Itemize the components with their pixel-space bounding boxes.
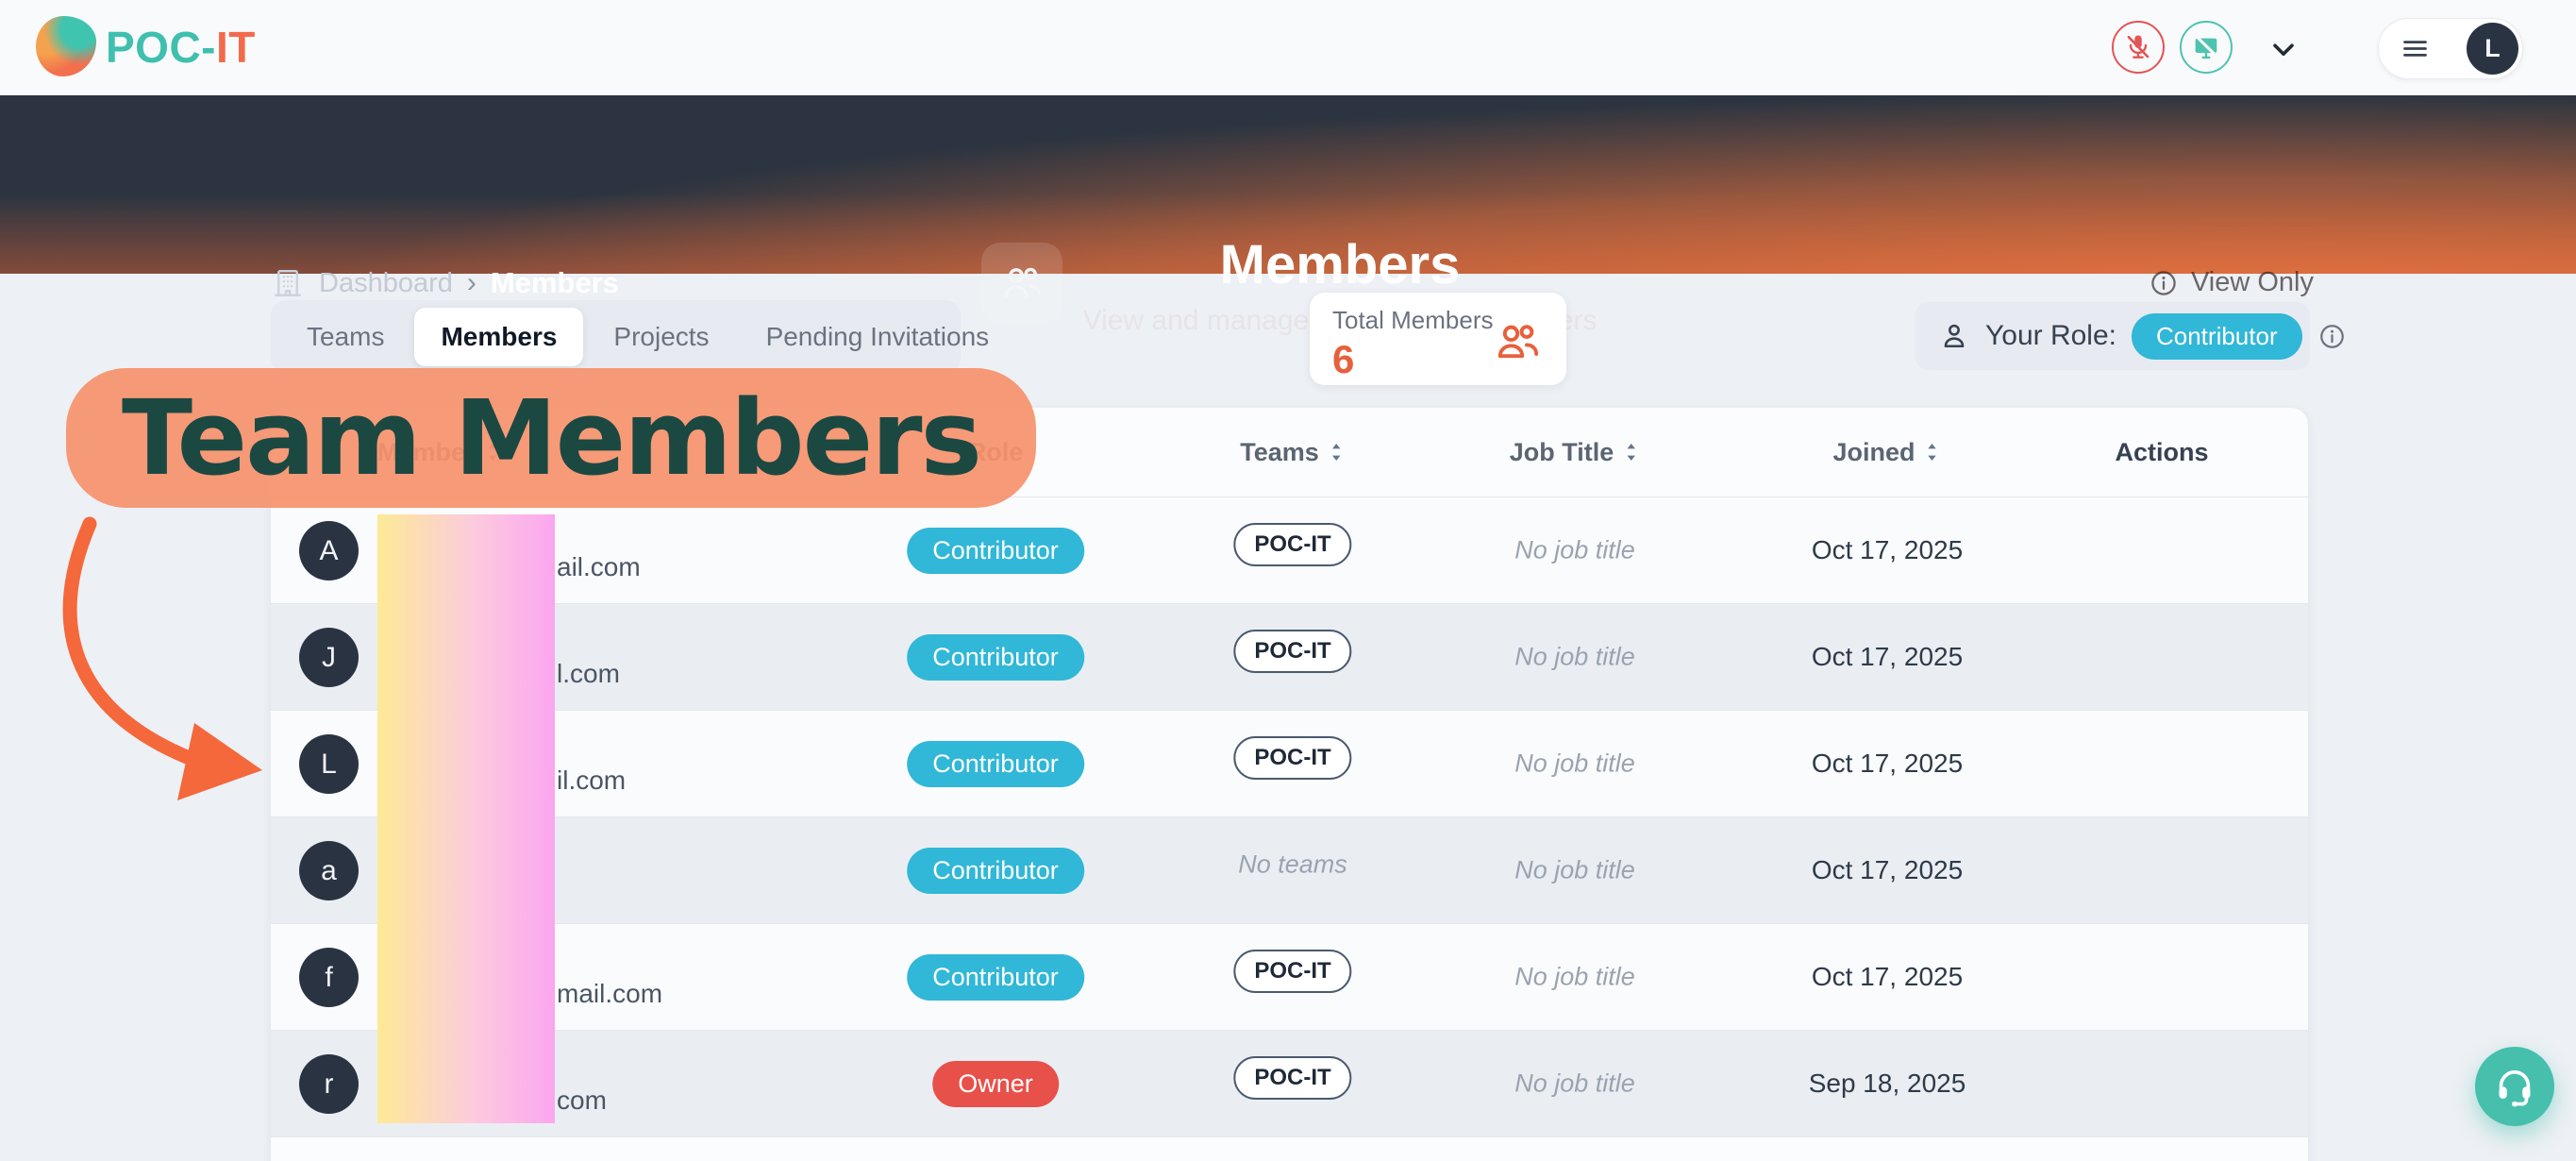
team-members-callout-text: Team Members	[122, 378, 980, 498]
mic-off-button[interactable]	[2112, 21, 2165, 74]
page: POC-IT	[0, 0, 2576, 1161]
avatar: a	[299, 841, 359, 900]
job-title: No job title	[1514, 643, 1635, 672]
table-body: A ail.com Contributor POC-IT No job titl…	[271, 497, 2308, 1137]
info-icon[interactable]	[2317, 322, 2347, 351]
table-row[interactable]: f mail.com Contributor POC-IT No job tit…	[271, 924, 2308, 1031]
support-fab[interactable]	[2475, 1047, 2554, 1126]
nav-expand-button[interactable]	[2263, 28, 2304, 70]
person-icon	[1938, 320, 1970, 352]
section-tabs: TeamsMembersProjectsPending Invitations	[271, 300, 961, 374]
member-email: il.com	[557, 766, 626, 796]
your-role-badge: Contributor	[2132, 313, 2302, 360]
job-title: No job title	[1514, 963, 1635, 992]
tab-projects[interactable]: Projects	[587, 308, 735, 366]
tab-pending-invitations[interactable]: Pending Invitations	[740, 308, 1016, 366]
menu-icon	[2400, 33, 2431, 64]
users-icon	[1493, 317, 1542, 366]
role-badge: Contributor	[907, 528, 1084, 574]
team-badge: POC-IT	[1233, 736, 1351, 780]
column-header-teams[interactable]: Teams	[1240, 408, 1346, 496]
team-badge: POC-IT	[1233, 950, 1351, 993]
brand-name-secondary: IT	[216, 23, 256, 72]
job-title: No job title	[1514, 749, 1635, 779]
headset-icon	[2493, 1065, 2536, 1108]
table-row[interactable]: J l.com Contributor POC-IT No job title …	[271, 604, 2308, 711]
brand-name[interactable]: POC-IT	[106, 0, 256, 95]
view-only-indicator: View Only	[2149, 267, 2314, 298]
members-table: MemberRoleTeamsJob TitleJoinedActions A …	[271, 408, 2308, 1161]
mic-off-icon	[2123, 32, 2153, 62]
avatar: r	[299, 1054, 359, 1114]
role-badge: Contributor	[907, 634, 1084, 681]
job-title: No job title	[1514, 856, 1635, 885]
role-badge: Contributor	[907, 848, 1084, 894]
joined-date: Oct 17, 2025	[1812, 855, 1963, 885]
breadcrumb: Dashboard › Members	[271, 261, 619, 305]
page-header: Dashboard › Members Members View and man…	[0, 95, 2576, 274]
column-header-job-title[interactable]: Job Title	[1510, 408, 1641, 496]
users-icon	[999, 261, 1045, 306]
brand-name-primary: POC-	[106, 23, 216, 72]
screen-share-off-button[interactable]	[2180, 21, 2233, 74]
team-badge: No teams	[1238, 850, 1347, 879]
member-email: com	[557, 1085, 607, 1116]
joined-date: Oct 17, 2025	[1812, 962, 1963, 992]
breadcrumb-current: Members	[491, 266, 619, 300]
member-email: mail.com	[557, 979, 662, 1009]
view-only-label: View Only	[2191, 267, 2314, 298]
sort-icon	[1621, 441, 1640, 463]
column-header-actions: Actions	[2115, 408, 2208, 496]
avatar: f	[299, 948, 359, 1007]
team-badge: POC-IT	[1233, 630, 1351, 673]
joined-date: Oct 17, 2025	[1812, 642, 1963, 672]
joined-date: Oct 17, 2025	[1812, 535, 1963, 565]
team-members-callout: Team Members	[66, 368, 1036, 508]
your-role-box: Your Role: Contributor	[1915, 302, 2310, 370]
member-email: l.com	[557, 659, 620, 689]
table-row[interactable]: A ail.com Contributor POC-IT No job titl…	[271, 497, 2308, 604]
job-title: No job title	[1514, 536, 1635, 565]
your-role-label: Your Role:	[1985, 320, 2116, 352]
role-badge: Contributor	[907, 741, 1084, 787]
tab-teams[interactable]: Teams	[280, 308, 410, 366]
role-badge: Contributor	[907, 954, 1084, 1001]
total-members-card: Total Members 6	[1310, 293, 1566, 385]
table-row[interactable]: a Contributor No teams No job title Oct …	[271, 817, 2308, 924]
tab-members[interactable]: Members	[414, 308, 583, 366]
column-header-joined[interactable]: Joined	[1832, 408, 1941, 496]
organization-icon	[271, 266, 305, 300]
screen-share-off-icon	[2191, 32, 2221, 62]
page-title: Members	[1220, 233, 1461, 296]
role-badge: Owner	[932, 1061, 1059, 1107]
sort-icon	[1923, 441, 1942, 463]
redaction-gradient-overlay	[377, 514, 555, 1123]
job-title: No job title	[1514, 1069, 1635, 1099]
breadcrumb-dashboard-link[interactable]: Dashboard	[319, 268, 453, 299]
account-menu[interactable]: L	[2378, 18, 2523, 79]
arrow-annotation-icon	[28, 491, 311, 812]
sort-icon	[1327, 441, 1346, 463]
breadcrumb-separator: ›	[467, 267, 477, 299]
info-icon	[2149, 268, 2179, 298]
team-badge: POC-IT	[1233, 1056, 1351, 1100]
team-badge: POC-IT	[1233, 523, 1351, 566]
table-row[interactable]: L il.com Contributor POC-IT No job title…	[271, 711, 2308, 817]
table-row[interactable]: r com Owner POC-IT No job title Sep 18, …	[271, 1031, 2308, 1137]
brand-logo-icon	[36, 16, 96, 76]
joined-date: Sep 18, 2025	[1809, 1068, 1966, 1099]
member-email: ail.com	[557, 552, 641, 582]
joined-date: Oct 17, 2025	[1812, 749, 1963, 779]
top-nav: POC-IT	[0, 0, 2576, 95]
chevron-down-icon	[2267, 32, 2300, 66]
user-avatar[interactable]: L	[2467, 23, 2518, 75]
